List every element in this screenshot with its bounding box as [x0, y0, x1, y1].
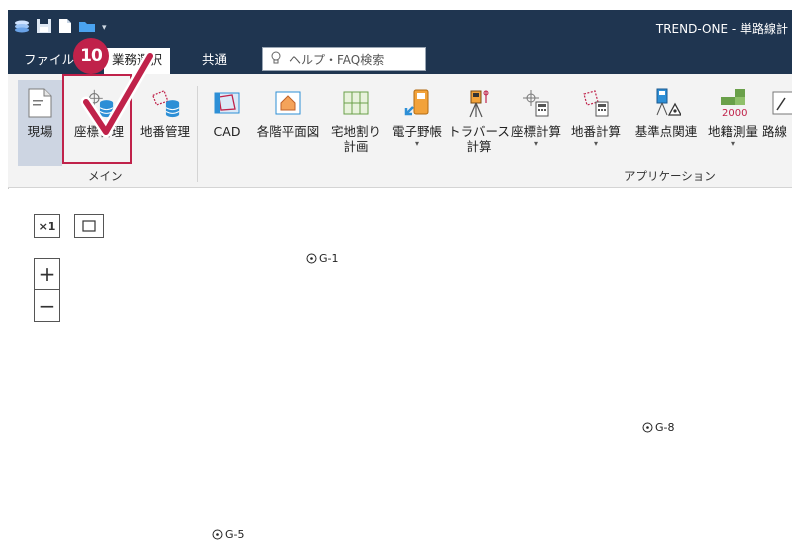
- point-label: G-8: [655, 421, 675, 434]
- rectangle-zoom-button[interactable]: [74, 214, 104, 238]
- survey-point[interactable]: G-5: [212, 528, 245, 541]
- app-logo-icon[interactable]: [14, 18, 30, 37]
- lightbulb-icon: [271, 51, 281, 67]
- parcel-calc-label: 地番計算: [570, 124, 621, 139]
- chevron-down-icon: ▾: [533, 139, 538, 148]
- step-number-badge: 10: [73, 38, 109, 74]
- customize-qat-icon[interactable]: ▾: [102, 23, 107, 33]
- traverse-calc-button[interactable]: トラバース 計算: [448, 80, 510, 166]
- point-marker-icon: [642, 422, 653, 433]
- point-label: G-5: [225, 528, 245, 541]
- site-button-label: 現場: [27, 124, 53, 139]
- title-bar: ▾ TREND-ONE - 単路線計: [8, 10, 792, 44]
- coordinate-calc-label: 座標計算: [510, 124, 561, 139]
- chevron-down-icon: ▾: [414, 139, 419, 148]
- map-canvas[interactable]: ×1 + − G-1 G-8 G-5: [8, 189, 792, 555]
- lot-grid-icon: [340, 86, 372, 120]
- control-point-icon: [650, 86, 682, 120]
- window-title: TREND-ONE - 単路線計: [655, 22, 788, 36]
- fit-scale-button[interactable]: ×1: [34, 214, 60, 238]
- point-label: G-1: [319, 252, 339, 265]
- point-marker-icon: [212, 529, 223, 540]
- help-search-placeholder: ヘルプ・FAQ検索: [289, 52, 385, 67]
- total-station-icon: [463, 86, 495, 120]
- zoom-in-button[interactable]: +: [34, 258, 60, 290]
- cadastral-survey-label: 地籍測量: [707, 124, 758, 139]
- tab-common[interactable]: 共通: [194, 48, 235, 74]
- group-label-apps: アプリケーション: [624, 169, 716, 183]
- save-icon[interactable]: [36, 18, 52, 37]
- zoom-out-button[interactable]: −: [34, 290, 60, 322]
- coordinate-calc-button[interactable]: 座標計算 ▾: [506, 80, 566, 166]
- cadastral-survey-button[interactable]: 2000 地籍測量 ▾: [704, 80, 762, 166]
- floor-plan-button[interactable]: 各階平面図: [252, 80, 324, 166]
- survey-point[interactable]: G-8: [642, 421, 675, 434]
- field-book-icon: [401, 86, 433, 120]
- quick-access-toolbar: ▾: [14, 18, 107, 37]
- cad-icon: [211, 86, 243, 120]
- group-label-main: メイン: [88, 169, 123, 183]
- help-search-input[interactable]: ヘルプ・FAQ検索: [262, 47, 426, 71]
- lot-planning-label: 宅地割り 計画: [330, 124, 381, 154]
- cadastral-survey-icon: 2000: [717, 86, 749, 120]
- cad-label: CAD: [213, 124, 241, 139]
- field-book-button[interactable]: 電子野帳 ▾: [386, 80, 448, 166]
- survey-point[interactable]: G-1: [306, 252, 339, 265]
- new-file-icon[interactable]: [58, 18, 72, 37]
- control-point-label: 基準点関連: [634, 124, 698, 139]
- rectangle-select-icon: [82, 220, 96, 232]
- house-plan-icon: [272, 86, 304, 120]
- chevron-down-icon: ▾: [593, 139, 598, 148]
- svg-text:2000: 2000: [722, 108, 747, 119]
- route-button[interactable]: 路線: [762, 80, 792, 166]
- traverse-calc-label: トラバース 計算: [448, 124, 510, 154]
- coordinate-calculator-icon: [520, 86, 552, 120]
- field-book-label: 電子野帳: [391, 124, 442, 139]
- parcel-calculator-icon: [580, 86, 612, 120]
- cad-button[interactable]: CAD: [206, 80, 248, 166]
- control-point-button[interactable]: 基準点関連: [628, 80, 704, 166]
- ribbon-group-separator: [197, 86, 198, 182]
- site-button[interactable]: 現場: [18, 80, 62, 166]
- document-icon: [24, 86, 56, 120]
- parcel-calc-button[interactable]: 地番計算 ▾: [566, 80, 626, 166]
- floor-plan-label: 各階平面図: [256, 124, 320, 139]
- lot-planning-button[interactable]: 宅地割り 計画: [326, 80, 386, 166]
- tab-file[interactable]: ファイル: [16, 48, 82, 74]
- open-folder-icon[interactable]: [78, 18, 96, 37]
- route-label: 路線: [762, 124, 788, 139]
- point-marker-icon: [306, 253, 317, 264]
- route-icon: [762, 86, 792, 120]
- chevron-down-icon: ▾: [730, 139, 735, 148]
